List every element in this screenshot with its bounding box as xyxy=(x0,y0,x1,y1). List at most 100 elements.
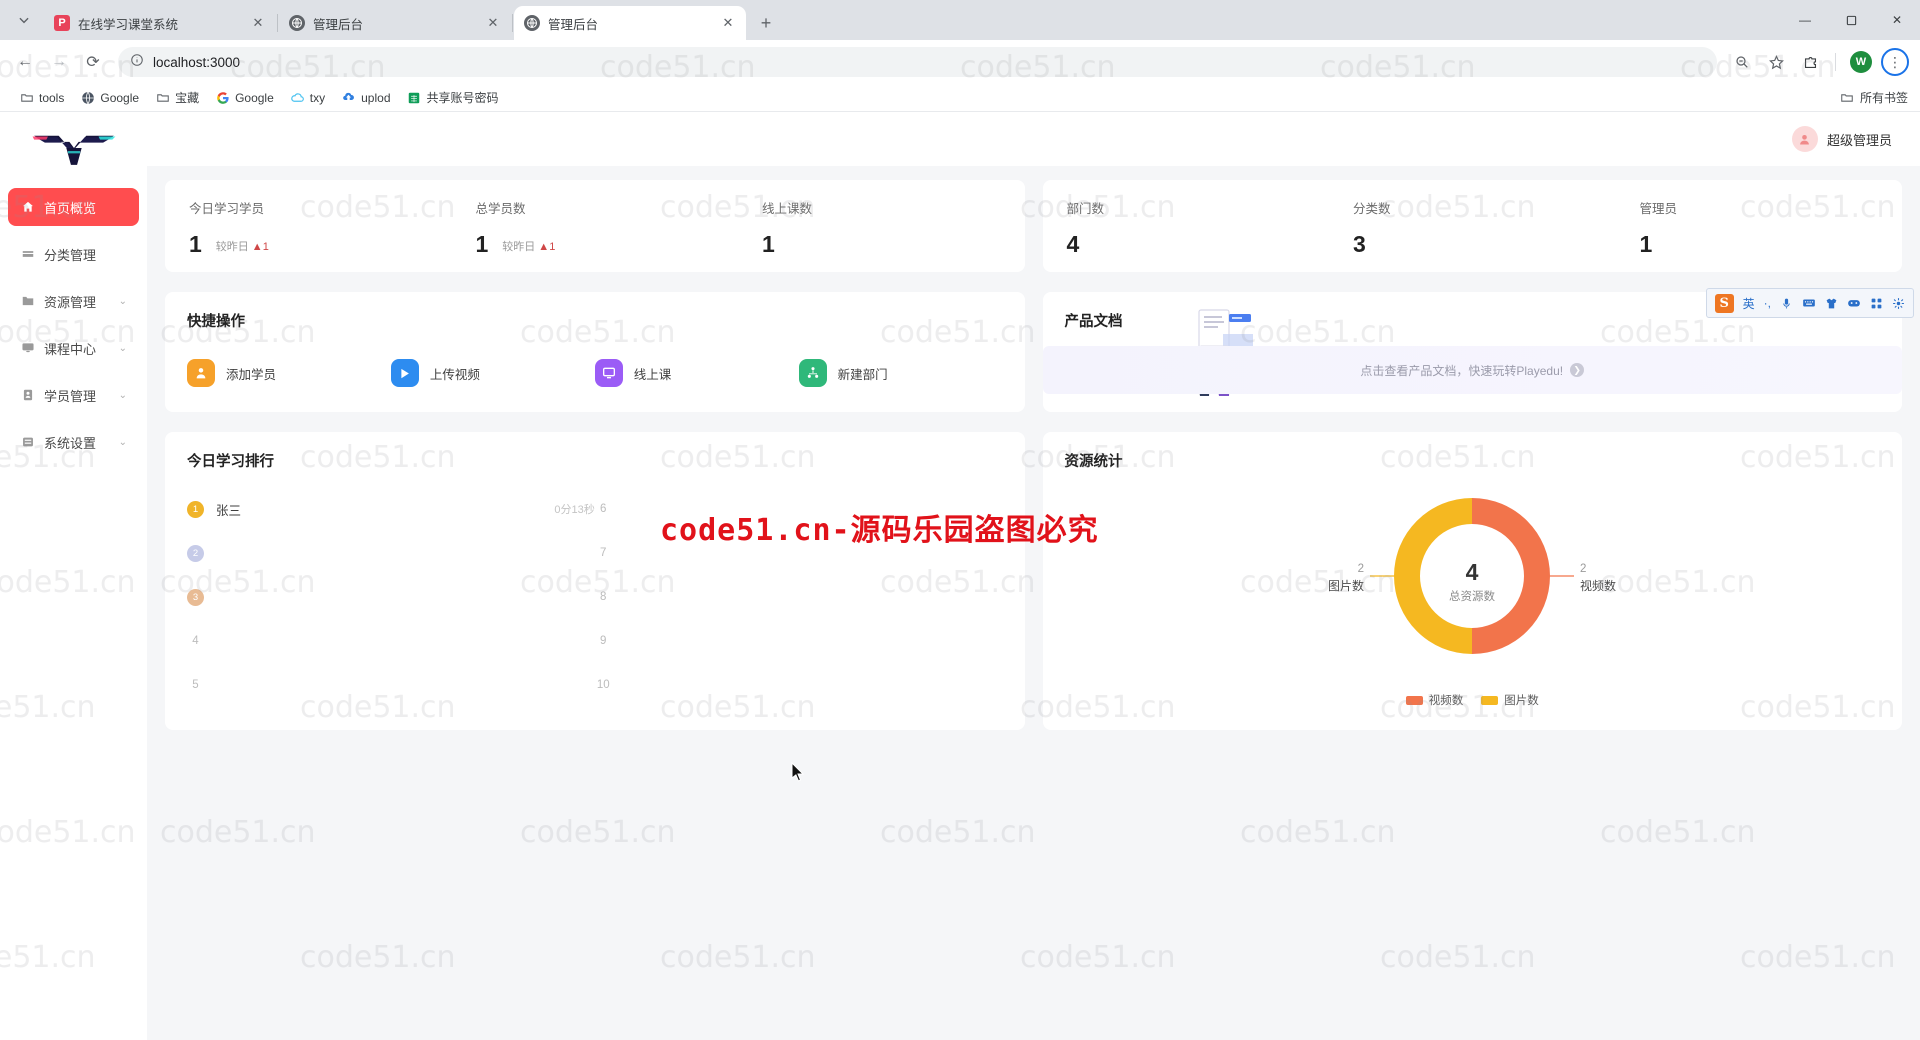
bookmark-baozang[interactable]: 宝藏 xyxy=(148,86,206,109)
quick-actions-list: 添加学员 上传视频 线上课 新建部门 xyxy=(187,359,1003,387)
browser-tab-2[interactable]: 管理后台 ✕ xyxy=(279,6,511,40)
chevron-down-icon[interactable]: ⌄ xyxy=(119,390,127,401)
app-logo[interactable] xyxy=(0,118,147,178)
info-icon[interactable] xyxy=(130,53,144,72)
bookmark-label: Google xyxy=(100,90,140,105)
bookmark-google-2[interactable]: Google xyxy=(208,87,281,108)
sidebar-menu: 首页概览 分类管理 资源管理 ⌄ 课程中心 ⌄ 学员管理 ⌄ 系统设置 ⌄ xyxy=(0,178,147,461)
app-root: 首页概览 分类管理 资源管理 ⌄ 课程中心 ⌄ 学员管理 ⌄ 系统设置 ⌄ 超级… xyxy=(0,112,1920,1040)
today-rank-card: 今日学习排行 1 张三 0分13秒 2 3 4 5 6 7 8 9 10 xyxy=(165,432,1025,730)
stat-total-learners: 总学员数 1 较昨日 ▲1 xyxy=(452,180,739,272)
rank-number: 10 xyxy=(596,679,610,691)
chevron-down-icon[interactable]: ⌄ xyxy=(119,296,127,307)
emoji-icon[interactable] xyxy=(1847,296,1861,310)
sidebar-item-label: 资源管理 xyxy=(44,294,97,310)
chevron-down-icon[interactable]: ⌄ xyxy=(119,343,127,354)
close-icon[interactable]: ✕ xyxy=(250,15,266,31)
browser-tab-3-active[interactable]: 管理后台 ✕ xyxy=(514,6,746,40)
quick-action-upload-video[interactable]: 上传视频 xyxy=(390,359,595,387)
playedu-icon: P xyxy=(54,15,70,31)
rank-row[interactable]: 3 xyxy=(187,575,595,619)
bookmark-google-1[interactable]: Google xyxy=(73,87,146,108)
extensions-icon[interactable] xyxy=(1795,47,1825,77)
rank-medal-icon: 3 xyxy=(187,588,204,606)
rank-row[interactable]: 2 xyxy=(187,531,595,575)
tag-icon xyxy=(20,247,35,262)
browser-chrome: P 在线学习课堂系统 ✕ 管理后台 ✕ 管理后台 ✕ + — ✕ ← → ⟳ l… xyxy=(0,0,1920,112)
legend-color-swatch xyxy=(1405,695,1423,705)
sidebar-item-settings[interactable]: 系统设置 ⌄ xyxy=(8,423,139,461)
quick-action-live-class[interactable]: 线上课 xyxy=(594,359,799,387)
apps-icon[interactable] xyxy=(1870,297,1883,310)
mic-icon[interactable] xyxy=(1780,297,1793,310)
rank-number: 7 xyxy=(600,547,607,559)
tab-search-button[interactable] xyxy=(6,2,42,38)
new-tab-button[interactable]: + xyxy=(752,9,780,37)
quick-action-new-department[interactable]: 新建部门 xyxy=(798,359,1003,387)
product-doc-banner[interactable]: 点击查看产品文档，快速玩转Playedu! ❯ xyxy=(1042,346,1902,394)
rank-row[interactable]: 10 xyxy=(595,663,1003,707)
address-bar[interactable]: localhost:3000 xyxy=(118,47,1717,77)
rank-row[interactable]: 1 张三 0分13秒 xyxy=(187,487,595,531)
rank-row[interactable]: 6 xyxy=(595,487,1003,531)
forward-button[interactable]: → xyxy=(44,47,74,77)
rank-row[interactable]: 4 xyxy=(187,619,595,663)
bookmark-shared-passwords[interactable]: 共享账号密码 xyxy=(400,86,506,109)
ime-punctuation-toggle[interactable]: ·, xyxy=(1764,296,1771,310)
profile-avatar[interactable]: W xyxy=(1846,47,1876,77)
legend-item-image[interactable]: 图片数 xyxy=(1481,692,1539,708)
skin-icon[interactable] xyxy=(1825,297,1838,310)
rank-row[interactable]: 7 xyxy=(595,531,1003,575)
stats-row: 今日学习学员 1 较昨日 ▲1 总学员数 1 较昨日 ▲1 线上课数 1 部门数… xyxy=(165,180,1902,272)
browser-tab-1[interactable]: P 在线学习课堂系统 ✕ xyxy=(44,6,276,40)
legend-item-video[interactable]: 视频数 xyxy=(1405,692,1463,708)
tab-title: 管理后台 xyxy=(313,17,364,32)
sidebar-item-resources[interactable]: 资源管理 ⌄ xyxy=(8,282,139,320)
bookmark-uplod[interactable]: uplod xyxy=(334,87,397,108)
sidebar-item-courses[interactable]: 课程中心 ⌄ xyxy=(8,329,139,367)
maximize-icon[interactable] xyxy=(1828,0,1874,40)
avatar[interactable] xyxy=(1791,126,1818,152)
rank-number: 8 xyxy=(600,591,607,603)
all-bookmarks-button[interactable]: 所有书签 xyxy=(1840,89,1908,106)
rank-columns: 1 张三 0分13秒 2 3 4 5 6 7 8 9 10 xyxy=(187,487,1003,707)
sidebar-item-students[interactable]: 学员管理 ⌄ xyxy=(8,376,139,414)
tools-icon[interactable] xyxy=(1892,297,1905,310)
card-title: 今日学习排行 xyxy=(187,454,274,470)
quick-action-label: 添加学员 xyxy=(226,367,277,382)
browser-menu-button[interactable]: ⋮ xyxy=(1880,47,1910,77)
reload-button[interactable]: ⟳ xyxy=(78,47,108,77)
rank-row[interactable]: 5 xyxy=(187,663,595,707)
browser-toolbar: ← → ⟳ localhost:3000 W ⋮ xyxy=(0,40,1920,84)
play-icon xyxy=(390,359,419,387)
close-icon[interactable]: ✕ xyxy=(485,15,501,31)
stat-value: 4 xyxy=(1066,231,1080,257)
sidebar-item-category[interactable]: 分类管理 xyxy=(8,235,139,273)
sidebar-item-home[interactable]: 首页概览 xyxy=(8,188,139,226)
back-button[interactable]: ← xyxy=(10,47,40,77)
stat-title: 分类数 xyxy=(1353,202,1391,216)
zoom-icon[interactable] xyxy=(1727,47,1757,77)
stat-title: 总学员数 xyxy=(475,202,526,216)
bookmark-txy[interactable]: txy xyxy=(283,87,332,108)
bookmark-tools[interactable]: tools xyxy=(12,87,71,108)
sidebar-item-label: 首页概览 xyxy=(44,200,97,216)
sidebar-item-label: 分类管理 xyxy=(44,247,97,263)
chevron-right-icon[interactable]: ❯ xyxy=(1570,363,1585,377)
legend-label: 图片数 xyxy=(1504,695,1539,707)
stat-value: 1 xyxy=(1639,231,1653,257)
close-window-icon[interactable]: ✕ xyxy=(1874,0,1920,40)
quick-action-label: 上传视频 xyxy=(429,367,480,382)
close-icon[interactable]: ✕ xyxy=(720,15,736,31)
ime-lang-toggle[interactable]: 英 xyxy=(1743,295,1755,312)
chevron-down-icon[interactable]: ⌄ xyxy=(119,437,127,448)
rank-row[interactable]: 8 xyxy=(595,575,1003,619)
keyboard-icon[interactable] xyxy=(1802,296,1816,310)
quick-action-add-student[interactable]: 添加学员 xyxy=(187,359,391,387)
donut-center-label: 总资源数 xyxy=(1449,589,1495,603)
sogou-ime-toolbar[interactable]: S 英 ·, xyxy=(1705,288,1914,318)
minimize-icon[interactable]: — xyxy=(1782,0,1828,40)
bookmark-label: uplod xyxy=(361,90,391,105)
bookmark-star-icon[interactable] xyxy=(1761,47,1791,77)
rank-row[interactable]: 9 xyxy=(595,619,1003,663)
